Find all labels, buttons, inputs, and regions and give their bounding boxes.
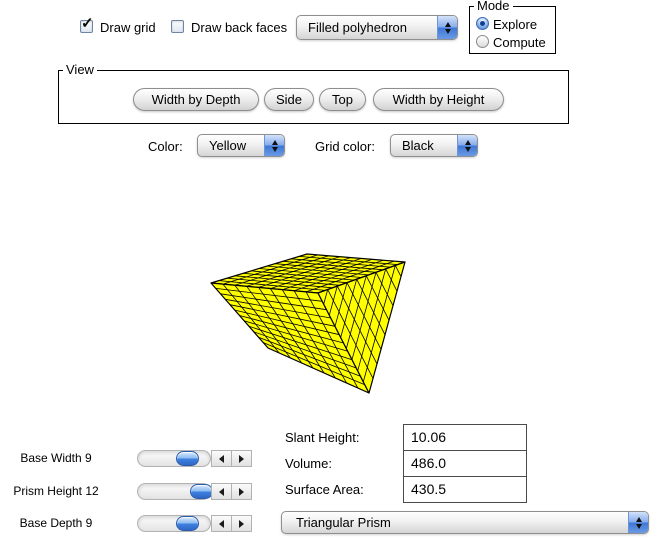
grid-color-select[interactable]: Black <box>390 134 478 157</box>
view-top-button[interactable]: Top <box>319 88 366 111</box>
slider-right-arrow-icon <box>239 520 244 528</box>
shape-select-value: Triangular Prism <box>282 515 628 530</box>
mode-radio-compute-label: Compute <box>493 36 546 49</box>
surface-area-value: 430.5 <box>411 481 446 497</box>
grid-color-label: Grid color: <box>315 140 375 154</box>
mode-group: Mode Explore Compute <box>469 6 556 54</box>
checkmark-icon: ✓ <box>81 14 94 32</box>
shape-select[interactable]: Triangular Prism <box>281 511 649 534</box>
view-side-button[interactable]: Side <box>264 88 314 111</box>
mode-radio-compute[interactable] <box>476 35 489 48</box>
slider-thumb[interactable] <box>176 516 199 531</box>
popup-arrows-icon <box>264 135 284 156</box>
view-group: View Width by Depth Side Top Width by He… <box>58 70 569 124</box>
view-width-by-depth-button[interactable]: Width by Depth <box>133 88 259 111</box>
slant-height-value: 10.06 <box>411 429 446 445</box>
slider-left-arrow-icon <box>219 455 224 463</box>
slider-left-arrow-icon <box>219 488 224 496</box>
base-width-label: Base Width 9 <box>0 451 112 465</box>
fill-mode-value: Filled polyhedron <box>297 20 437 35</box>
mode-radio-explore[interactable] <box>476 17 489 30</box>
slant-height-label: Slant Height: <box>285 430 359 445</box>
slider-increment-button[interactable] <box>231 450 252 467</box>
surface-area-label: Surface Area: <box>285 482 364 497</box>
base-depth-slider[interactable] <box>137 515 252 532</box>
draw-back-faces-checkbox[interactable]: ✓ <box>171 20 184 33</box>
slider-right-arrow-icon <box>239 488 244 496</box>
slider-right-arrow-icon <box>239 455 244 463</box>
slant-height-field[interactable]: 10.06 <box>403 424 527 451</box>
slider-thumb[interactable] <box>190 484 213 499</box>
draw-grid-label: Draw grid <box>100 21 156 35</box>
mode-radio-explore-label: Explore <box>493 18 537 31</box>
slider-decrement-button[interactable] <box>211 515 232 532</box>
base-depth-label: Base Depth 9 <box>0 516 112 530</box>
grid-color-value: Black <box>391 138 457 153</box>
slider-track[interactable] <box>137 450 211 467</box>
slider-decrement-button[interactable] <box>211 450 232 467</box>
view-width-by-height-button[interactable]: Width by Height <box>373 88 504 111</box>
volume-field[interactable]: 486.0 <box>403 450 527 477</box>
popup-arrows-icon <box>437 16 457 39</box>
surface-area-field[interactable]: 430.5 <box>403 476 527 503</box>
color-value: Yellow <box>198 138 264 153</box>
volume-label: Volume: <box>285 456 332 471</box>
draw-grid-checkbox[interactable]: ✓ <box>80 20 93 33</box>
slider-thumb[interactable] <box>176 451 199 466</box>
prism-height-label: Prism Height 12 <box>0 484 112 498</box>
slider-left-arrow-icon <box>219 520 224 528</box>
base-width-slider[interactable] <box>137 450 252 467</box>
slider-decrement-button[interactable] <box>211 483 232 500</box>
color-label: Color: <box>148 140 183 154</box>
prism-height-slider[interactable] <box>137 483 252 500</box>
fill-mode-select[interactable]: Filled polyhedron <box>296 15 458 40</box>
color-select[interactable]: Yellow <box>197 134 285 157</box>
popup-arrows-icon <box>628 512 648 533</box>
slider-track[interactable] <box>137 515 211 532</box>
mode-group-title: Mode <box>474 0 513 13</box>
volume-value: 486.0 <box>411 455 446 471</box>
popup-arrows-icon <box>457 135 477 156</box>
slider-increment-button[interactable] <box>231 483 252 500</box>
slider-increment-button[interactable] <box>231 515 252 532</box>
draw-back-faces-label: Draw back faces <box>191 21 287 35</box>
view-group-title: View <box>63 63 97 77</box>
